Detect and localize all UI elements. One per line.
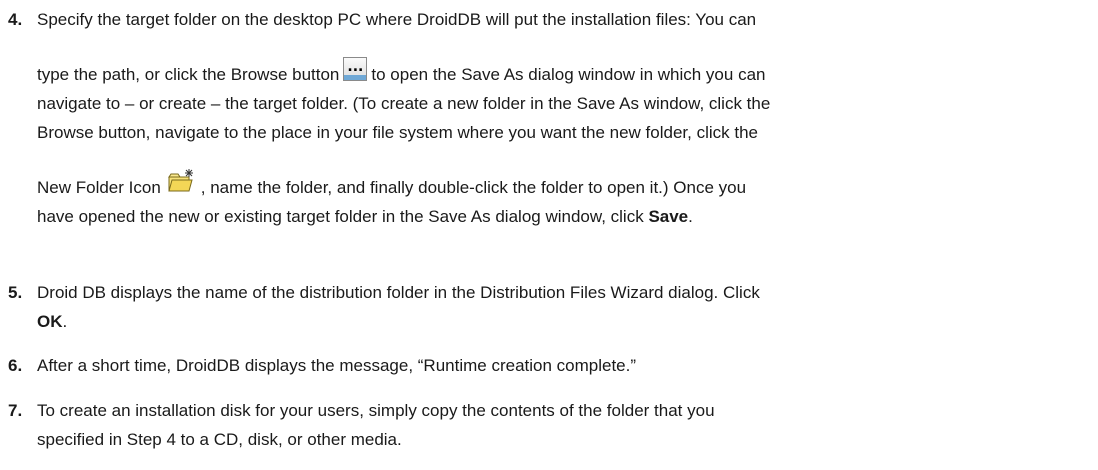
browse-button-icon: ... xyxy=(343,57,368,81)
step-body: Specify the target folder on the desktop… xyxy=(37,5,1088,231)
step-text: . xyxy=(688,207,693,226)
step-line: OK. xyxy=(37,307,1088,336)
step-line: have opened the new or existing target f… xyxy=(37,202,1088,231)
step-body: After a short time, DroidDB displays the… xyxy=(37,351,1088,380)
step-text: type the path, or click the Browse butto… xyxy=(37,65,340,84)
step-7: 7. To create an installation disk for yo… xyxy=(8,396,1088,454)
step-line: After a short time, DroidDB displays the… xyxy=(37,356,637,375)
step-text: to open the Save As dialog window in whi… xyxy=(371,65,766,84)
step-text: New Folder Icon xyxy=(37,178,161,197)
step-line: Specify the target folder on the desktop… xyxy=(37,10,757,29)
step-line: Browse button, navigate to the place in … xyxy=(37,123,758,142)
step-line: To create an installation disk for your … xyxy=(37,401,715,420)
save-label: Save xyxy=(648,207,689,226)
step-text: , name the folder, and finally double-cl… xyxy=(200,178,747,197)
step-line: type the path, or click the Browse butto… xyxy=(37,34,1088,89)
step-body: Droid DB displays the name of the distri… xyxy=(37,278,1088,336)
step-5: 5. Droid DB displays the name of the dis… xyxy=(8,278,1088,336)
step-text: . xyxy=(62,312,68,331)
step-line: specified in Step 4 to a CD, disk, or ot… xyxy=(37,430,402,449)
step-number: 6. xyxy=(8,356,23,375)
step-number: 7. xyxy=(8,401,23,420)
step-text: have opened the new or existing target f… xyxy=(37,207,649,226)
step-line: New Folder Icon , name the folder, and f… xyxy=(37,147,1088,202)
browse-button-label: ... xyxy=(347,59,364,75)
step-line: Droid DB displays the name of the distri… xyxy=(37,283,760,302)
step-number: 4. xyxy=(8,10,23,29)
ok-label: OK xyxy=(37,312,63,331)
step-number: 5. xyxy=(8,283,23,302)
step-body: To create an installation disk for your … xyxy=(37,396,1088,454)
new-folder-icon xyxy=(167,168,195,194)
step-6: 6. After a short time, DroidDB displays … xyxy=(8,351,1088,380)
step-4: 4. Specify the target folder on the desk… xyxy=(8,5,1088,231)
step-line: navigate to – or create – the target fol… xyxy=(37,94,771,113)
